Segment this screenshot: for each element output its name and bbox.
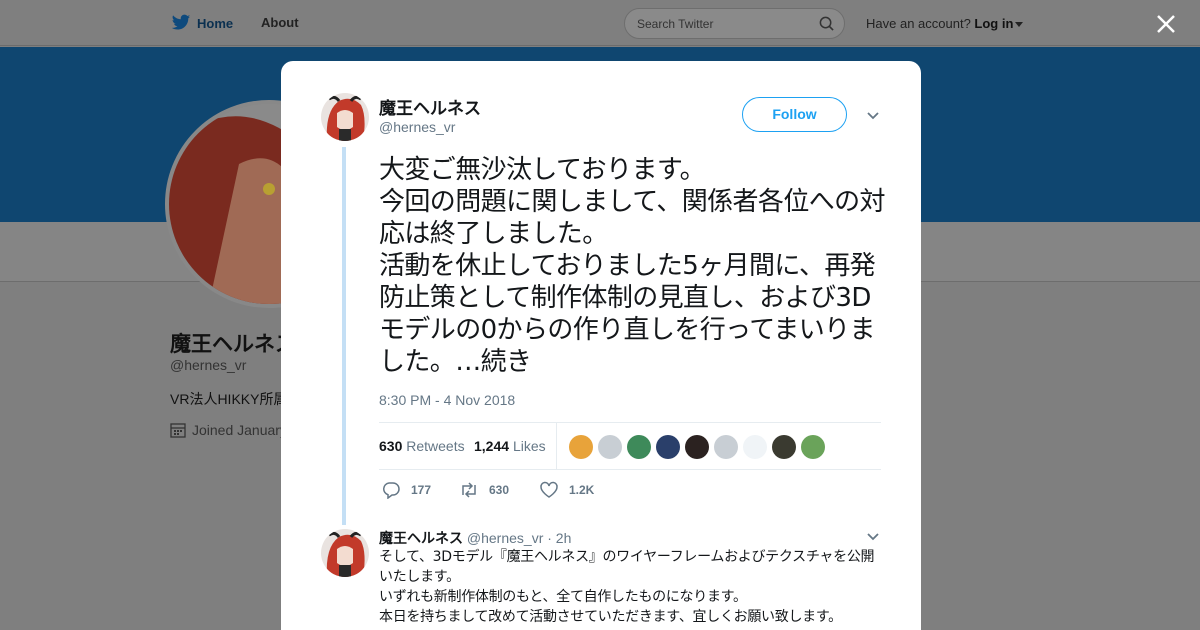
likes-stat[interactable]: 1,244 Likes: [474, 438, 546, 454]
liker-avatar[interactable]: [714, 435, 738, 459]
liker-avatar[interactable]: [743, 435, 767, 459]
close-icon[interactable]: [1154, 12, 1178, 36]
have-account-text: Have an account?: [866, 16, 971, 31]
stats-divider: [556, 423, 557, 469]
liker-avatar[interactable]: [627, 435, 651, 459]
reply-text: そして、3Dモデル『魔王ヘルネス』のワイヤーフレームおよびテクスチャを公開いたし…: [379, 549, 875, 625]
nav-about-link[interactable]: About: [261, 15, 299, 30]
profile-name: 魔王ヘルネス: [170, 333, 296, 356]
reply-action[interactable]: 177: [381, 481, 431, 499]
reply-author-avatar[interactable]: [321, 529, 369, 577]
likes-count: 1,244: [474, 438, 510, 454]
chevron-down-icon[interactable]: [866, 532, 880, 542]
tweet-stats: 630 Retweets 1,244 Likes: [379, 422, 881, 470]
heart-icon: [540, 481, 558, 498]
profile-joined-text: Joined January: [192, 422, 287, 438]
reply-count: 177: [411, 483, 432, 497]
twitter-bird-icon: [171, 14, 191, 30]
liker-avatar[interactable]: [685, 435, 709, 459]
retweet-count: 630: [489, 483, 510, 497]
profile-bio: VR法人HIKKY所属: [170, 391, 288, 407]
retweets-count: 630: [379, 438, 403, 454]
chevron-down-icon[interactable]: [866, 111, 880, 121]
liker-avatar[interactable]: [598, 435, 622, 459]
tweet-modal: 魔王ヘルネス @hernes_vr Follow 大変ご無沙汰しております。 今…: [281, 61, 921, 630]
search-placeholder: Search Twitter: [637, 16, 714, 31]
reply-author-name[interactable]: 魔王ヘルネス: [379, 530, 463, 546]
nav-home-label: Home: [197, 15, 234, 31]
nav-home-link[interactable]: Home: [171, 13, 233, 33]
author-handle[interactable]: @hernes_vr: [379, 119, 455, 135]
like-action[interactable]: 1.2K: [539, 481, 594, 499]
tweet-timestamp[interactable]: 8:30 PM - 4 Nov 2018: [379, 392, 515, 408]
liker-avatar[interactable]: [772, 435, 796, 459]
liker-avatar[interactable]: [801, 435, 825, 459]
top-navigation: Home About Search Twitter Have an accoun…: [0, 0, 1200, 46]
author-name[interactable]: 魔王ヘルネス: [379, 94, 481, 119]
retweets-label: Retweets: [406, 438, 465, 454]
profile-handle: @hernes_vr: [170, 357, 247, 373]
liker-avatar[interactable]: [656, 435, 680, 459]
retweet-action[interactable]: 630: [459, 481, 509, 499]
reply-time[interactable]: · 2h: [547, 530, 571, 546]
reply-author-handle[interactable]: @hernes_vr: [467, 530, 543, 546]
reply-icon: [382, 482, 400, 499]
author-avatar[interactable]: [321, 93, 369, 141]
chevron-down-icon[interactable]: [1015, 22, 1024, 28]
avatar-illustration: [321, 93, 369, 141]
calendar-icon: [170, 423, 186, 438]
profile-joined: Joined January: [170, 422, 287, 438]
search-input[interactable]: Search Twitter: [624, 8, 845, 39]
like-count: 1.2K: [569, 483, 595, 497]
tweet-text: 大変ご無沙汰しております。 今回の問題に関しまして、関係者各位への対応は終了しま…: [379, 155, 886, 377]
likes-label: Likes: [512, 438, 546, 454]
reply-header: 魔王ヘルネス @hernes_vr · 2h: [379, 528, 571, 548]
follow-button[interactable]: Follow: [742, 97, 847, 132]
login-link[interactable]: Log in: [974, 16, 1013, 31]
liker-avatar[interactable]: [569, 435, 593, 459]
avatar-illustration: [321, 529, 369, 577]
login-prompt: Have an account? Log in: [866, 16, 1024, 31]
retweet-icon: [462, 482, 476, 498]
search-icon[interactable]: [819, 16, 834, 31]
retweets-stat[interactable]: 630 Retweets: [379, 438, 465, 454]
thread-line: [342, 147, 346, 525]
